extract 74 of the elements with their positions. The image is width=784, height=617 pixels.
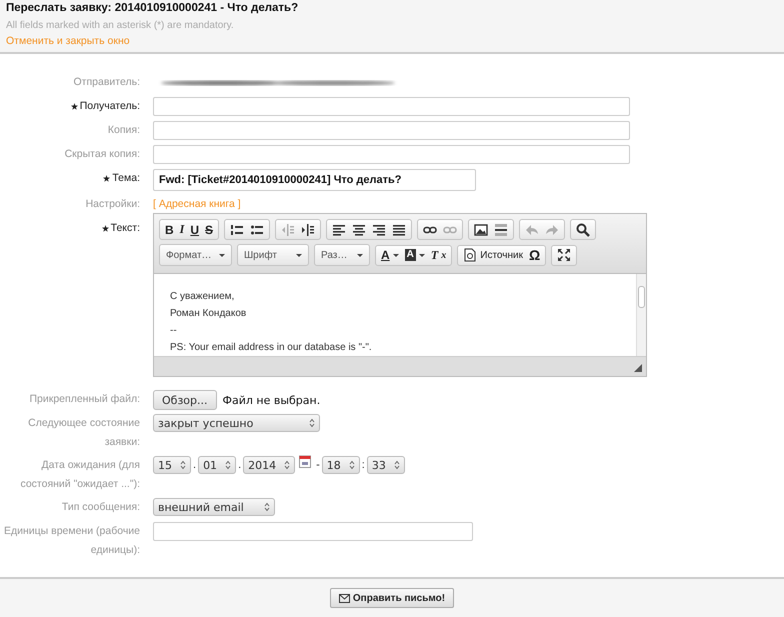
image-icon bbox=[474, 222, 488, 236]
separator: . bbox=[192, 459, 198, 471]
field-label: Отправитель: bbox=[74, 75, 140, 90]
horizontal-rule-icon bbox=[494, 222, 508, 236]
spinner-arrows-icon bbox=[394, 460, 400, 470]
text-field[interactable] bbox=[153, 145, 630, 164]
message-line: PS: Your email address in our database is "-". bbox=[170, 341, 373, 355]
align-justify-icon bbox=[392, 222, 406, 236]
redo-icon bbox=[545, 222, 560, 236]
align-center-icon bbox=[352, 222, 366, 236]
envelope-icon bbox=[338, 594, 350, 602]
select-field[interactable]: закрыт успешно bbox=[153, 414, 320, 432]
file-status: Файл не выбран. bbox=[222, 394, 320, 406]
number-select[interactable]: 18 bbox=[322, 456, 360, 474]
number-select[interactable]: 01 bbox=[198, 456, 236, 474]
source-button[interactable]: Источник bbox=[460, 246, 526, 264]
source-icon bbox=[463, 248, 478, 262]
subject-field[interactable]: Fwd: [Ticket#2014010910000241] Что делать? bbox=[153, 169, 476, 191]
calendar-icon[interactable] bbox=[299, 454, 312, 468]
align-left-icon bbox=[332, 222, 346, 236]
maximize-icon bbox=[557, 248, 572, 262]
format-dropdown[interactable]: Формат… bbox=[159, 244, 232, 266]
window-title: Переслать заявку: 2014010910000241 - Что делать? bbox=[6, 1, 300, 16]
resize-grip-icon[interactable] bbox=[634, 364, 642, 372]
separator: . bbox=[237, 459, 242, 471]
field-label: Следующее состояние заявки: bbox=[27, 416, 140, 450]
spinner-arrows-icon bbox=[264, 502, 270, 512]
field-label: Скрытая копия: bbox=[64, 147, 140, 162]
separator: - bbox=[315, 459, 321, 471]
number-select[interactable]: 2014 bbox=[243, 456, 296, 474]
field-label: Получатель: bbox=[80, 99, 140, 114]
field-label: Текст: bbox=[110, 221, 140, 236]
separator: : bbox=[360, 459, 366, 471]
italic-button[interactable]: I bbox=[176, 220, 188, 238]
outdent-icon bbox=[281, 222, 296, 236]
underline-button[interactable]: U bbox=[187, 220, 202, 238]
text-color-button[interactable]: A bbox=[378, 246, 402, 264]
field-label: Копия: bbox=[108, 123, 140, 138]
symbol-button[interactable]: Ω bbox=[526, 246, 544, 264]
number-select[interactable]: 33 bbox=[366, 456, 405, 474]
message-line: Роман Кондаков bbox=[170, 307, 248, 321]
select-field[interactable]: внешний email bbox=[153, 498, 275, 516]
field-label: Прикрепленный файл: bbox=[30, 392, 140, 407]
field-label: Настройки: bbox=[86, 197, 140, 212]
number-select[interactable]: 15 bbox=[153, 456, 191, 474]
field-label: Тема: bbox=[112, 171, 140, 186]
message-line: -- bbox=[170, 324, 178, 338]
spinner-arrows-icon bbox=[348, 460, 355, 470]
browse-button[interactable]: Обзор... bbox=[153, 390, 216, 410]
indent-icon bbox=[301, 222, 316, 236]
align-right-icon bbox=[372, 222, 386, 236]
message-line: С уважением, bbox=[170, 290, 236, 304]
field-label: Единицы времени (рабочие единицы): bbox=[2, 524, 140, 558]
text-field[interactable] bbox=[153, 121, 630, 140]
scrollbar[interactable] bbox=[636, 274, 646, 356]
format-dropdown[interactable]: Раз… bbox=[314, 244, 370, 266]
bg-color-button[interactable]: A bbox=[402, 246, 428, 264]
spinner-arrows-icon bbox=[180, 460, 186, 470]
format-dropdown[interactable]: Шрифт bbox=[237, 244, 309, 266]
mandatory-hint: All fields marked with an asterisk (*) are mandatory. bbox=[6, 19, 235, 32]
spinner-arrows-icon bbox=[309, 418, 315, 428]
spinner-arrows-icon bbox=[284, 460, 290, 470]
search-icon bbox=[576, 222, 590, 236]
field-label: Тип сообщения: bbox=[62, 500, 140, 515]
field-label: Дата ожидания (для состояний "ожидает ..."): bbox=[19, 458, 140, 492]
spinner-arrows-icon bbox=[225, 460, 232, 470]
undo-icon bbox=[525, 222, 540, 236]
bulleted-list-icon bbox=[250, 222, 264, 236]
strike-button[interactable]: S bbox=[202, 220, 216, 238]
send-button[interactable]: Оправить письмо! bbox=[330, 588, 454, 608]
numbered-list-icon bbox=[230, 222, 244, 236]
text-field[interactable] bbox=[153, 522, 473, 541]
bold-button[interactable]: B bbox=[162, 220, 177, 238]
text-field[interactable] bbox=[153, 97, 630, 116]
